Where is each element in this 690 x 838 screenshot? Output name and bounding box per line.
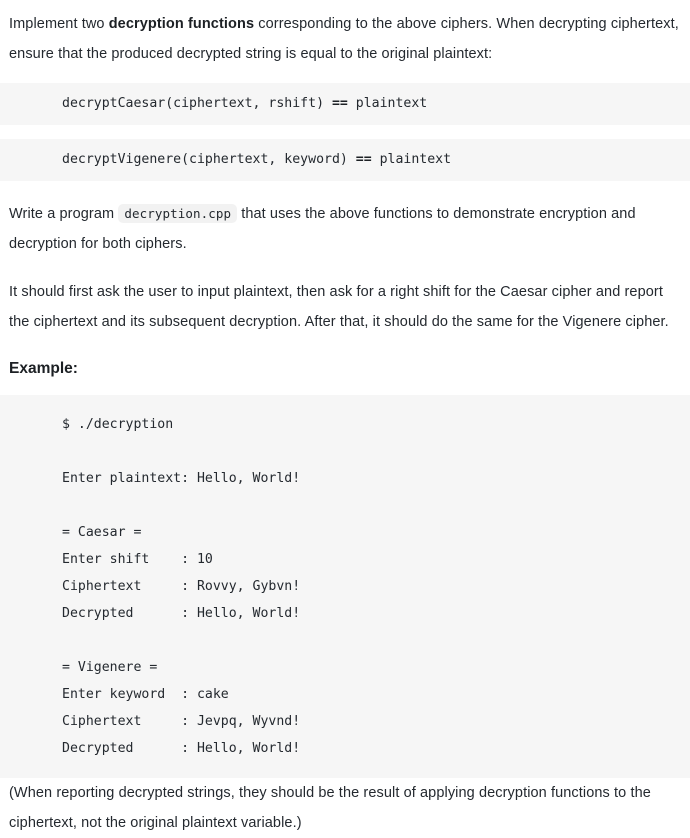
decrypt-vigenere-result: plaintext [371,152,452,167]
code-block-decrypt-caesar: decryptCaesar(ciphertext, rshift) == pla… [0,83,690,125]
intro-paragraph: Implement two decryption functions corre… [0,0,690,69]
inline-code-filename: decryption.cpp [118,204,238,223]
behaviour-paragraph: It should first ask the user to input pl… [9,284,669,330]
terminal-line-text: $ ./decryption [62,417,174,432]
terminal-line: Ciphertext : Jevpq, Wyvnd! [0,708,681,735]
terminal-line-text: Enter plaintext: Hello, World! [62,471,301,486]
code-block-decrypt-vigenere: decryptVigenere(ciphertext, keyword) == … [0,139,690,181]
program-text-part1: Write a program [9,206,119,222]
terminal-line: Decrypted : Hello, World! [0,600,681,627]
terminal-line-text: Enter shift : 10 [62,552,213,567]
terminal-line-text: Ciphertext : Rovvy, Gybvn! [62,579,301,594]
terminal-line-text: Decrypted : Hello, World! [62,741,301,756]
terminal-line: = Vigenere = [0,654,681,681]
terminal-line: Enter keyword : cake [0,681,681,708]
terminal-line-text: = Caesar = [62,525,142,540]
decrypt-vigenere-call: decryptVigenere(ciphertext, keyword) [62,152,356,167]
terminal-line: Enter shift : 10 [0,546,681,573]
intro-text-part1: Implement two [9,16,109,32]
terminal-line: = Caesar = [0,519,681,546]
terminal-line: Ciphertext : Rovvy, Gybvn! [0,573,681,600]
terminal-line-text: Ciphertext : Jevpq, Wyvnd! [62,714,301,729]
note-paragraph: (When reporting decrypted strings, they … [9,785,651,831]
terminal-line-text: Enter keyword : cake [62,687,229,702]
terminal-line: Enter plaintext: Hello, World! [0,465,681,492]
example-heading: Example: [9,360,78,377]
decrypt-caesar-call: decryptCaesar(ciphertext, rshift) [62,96,332,111]
terminal-line-text: = Vigenere = [62,660,158,675]
assignment-document: Implement two decryption functions corre… [0,0,690,838]
program-paragraph: Write a program decryption.cpp that uses… [0,199,690,259]
decrypt-caesar-result: plaintext [347,96,428,111]
equality-operator: == [355,152,372,167]
terminal-line: Decrypted : Hello, World! [0,735,681,762]
terminal-line-text: Decrypted : Hello, World! [62,606,301,621]
equality-operator: == [331,96,348,111]
terminal-example-block: $ ./decryption Enter plaintext: Hello, Wo… [0,395,690,778]
terminal-line: $ ./decryption [0,411,681,438]
intro-bold-phrase: decryption functions [108,16,255,32]
